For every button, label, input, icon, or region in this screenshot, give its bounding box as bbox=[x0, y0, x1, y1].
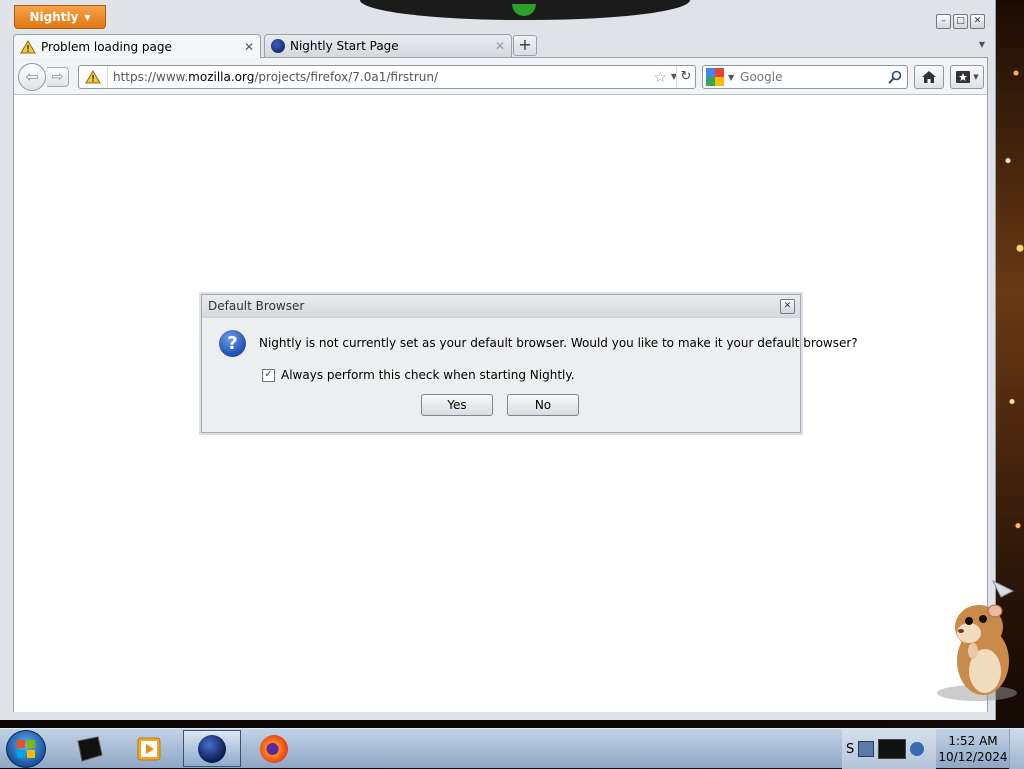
dialog-close-button[interactable]: ✕ bbox=[780, 299, 795, 314]
terminal-icon bbox=[77, 735, 103, 762]
site-identity-warning-icon[interactable] bbox=[79, 66, 108, 88]
media-player-icon bbox=[137, 737, 161, 760]
always-check-checkbox[interactable]: ✓ Always perform this check when startin… bbox=[262, 368, 575, 382]
tab-list-dropdown-icon[interactable]: ▼ bbox=[979, 40, 985, 49]
clock-time: 1:52 AM bbox=[948, 734, 998, 748]
window-top-decoration bbox=[360, 0, 690, 20]
taskbar: S 1:52 AM 10/12/2024 bbox=[0, 728, 1024, 769]
taskbar-app-nightly[interactable] bbox=[183, 730, 241, 767]
monitor-icon[interactable] bbox=[878, 739, 907, 759]
warning-icon bbox=[20, 39, 36, 53]
bookmark-star-icon[interactable]: ☆ bbox=[654, 68, 667, 86]
nightly-globe-icon bbox=[271, 39, 285, 53]
back-button[interactable]: ⇦ bbox=[18, 63, 46, 91]
dialog-title: Default Browser bbox=[202, 295, 800, 318]
minimize-button[interactable]: – bbox=[936, 14, 951, 29]
chevron-down-icon: ▼ bbox=[973, 73, 979, 81]
tab-bar: Problem loading page ✕ Nightly Start Pag… bbox=[13, 34, 985, 58]
taskbar-app-firefox[interactable] bbox=[245, 730, 303, 767]
close-tab-icon[interactable]: ✕ bbox=[244, 40, 254, 54]
bookmarks-menu-button[interactable]: ▼ bbox=[950, 65, 984, 89]
app-menu-button[interactable]: Nightly ▼ bbox=[14, 5, 106, 29]
close-tab-icon[interactable]: ✕ bbox=[495, 39, 505, 53]
search-input[interactable] bbox=[738, 69, 883, 85]
yes-button[interactable]: Yes bbox=[421, 394, 493, 416]
firefox-icon bbox=[260, 734, 288, 763]
windows-logo-icon bbox=[17, 740, 35, 758]
hamster-mascot-image bbox=[937, 579, 1017, 701]
search-icon[interactable] bbox=[887, 69, 903, 85]
tab-title: Nightly Start Page bbox=[290, 39, 399, 53]
home-button[interactable] bbox=[914, 65, 944, 89]
tab-problem-loading[interactable]: Problem loading page ✕ bbox=[13, 34, 261, 58]
tab-title: Problem loading page bbox=[41, 39, 172, 54]
maximize-button[interactable]: □ bbox=[953, 14, 968, 29]
close-window-button[interactable]: ✕ bbox=[970, 14, 985, 29]
tray-text: S bbox=[846, 741, 855, 757]
bookmarks-icon bbox=[956, 71, 971, 83]
network-icon[interactable] bbox=[858, 741, 875, 757]
system-tray: S bbox=[842, 729, 936, 769]
url-text: https://www.mozilla.org/projects/firefox… bbox=[113, 70, 439, 84]
question-icon: ? bbox=[219, 330, 246, 357]
search-bar[interactable]: ▼ bbox=[702, 65, 908, 89]
taskbar-app-terminal[interactable] bbox=[60, 730, 118, 767]
volume-icon[interactable] bbox=[910, 742, 925, 756]
default-browser-dialog: Default Browser ✕ ? Nightly is not curre… bbox=[201, 294, 858, 433]
nightly-globe-icon bbox=[198, 734, 226, 763]
taskbar-app-media-player[interactable] bbox=[120, 730, 178, 767]
no-button[interactable]: No bbox=[507, 394, 579, 416]
browser-window: Nightly ▼ – □ ✕ Problem loading page ✕ N… bbox=[0, 0, 996, 720]
forward-button[interactable]: ⇨ bbox=[47, 67, 69, 87]
search-engine-dropdown-icon[interactable]: ▼ bbox=[728, 73, 734, 82]
tab-nightly-start[interactable]: Nightly Start Page ✕ bbox=[264, 34, 512, 57]
app-menu-label: Nightly bbox=[29, 10, 79, 24]
checkbox-label: Always perform this check when starting … bbox=[281, 368, 575, 382]
dialog-message: Nightly is not currently set as your def… bbox=[259, 336, 858, 350]
url-bar[interactable]: https://www.mozilla.org/projects/firefox… bbox=[78, 65, 696, 89]
reload-icon[interactable]: ↻ bbox=[676, 66, 695, 88]
system-clock[interactable]: 1:52 AM 10/12/2024 bbox=[938, 733, 1008, 765]
clock-date: 10/12/2024 bbox=[938, 750, 1008, 764]
start-button[interactable] bbox=[6, 730, 46, 768]
window-controls: – □ ✕ bbox=[936, 14, 985, 29]
google-icon[interactable] bbox=[706, 68, 724, 86]
show-desktop-button[interactable] bbox=[1009, 729, 1024, 769]
navigation-toolbar: ⇦ ⇨ https://www.mozilla.org/projects/fir… bbox=[13, 57, 988, 95]
new-tab-button[interactable]: + bbox=[513, 35, 537, 56]
checkbox-checked-icon[interactable]: ✓ bbox=[262, 368, 275, 382]
chevron-down-icon: ▼ bbox=[84, 12, 91, 22]
home-icon bbox=[922, 71, 936, 83]
